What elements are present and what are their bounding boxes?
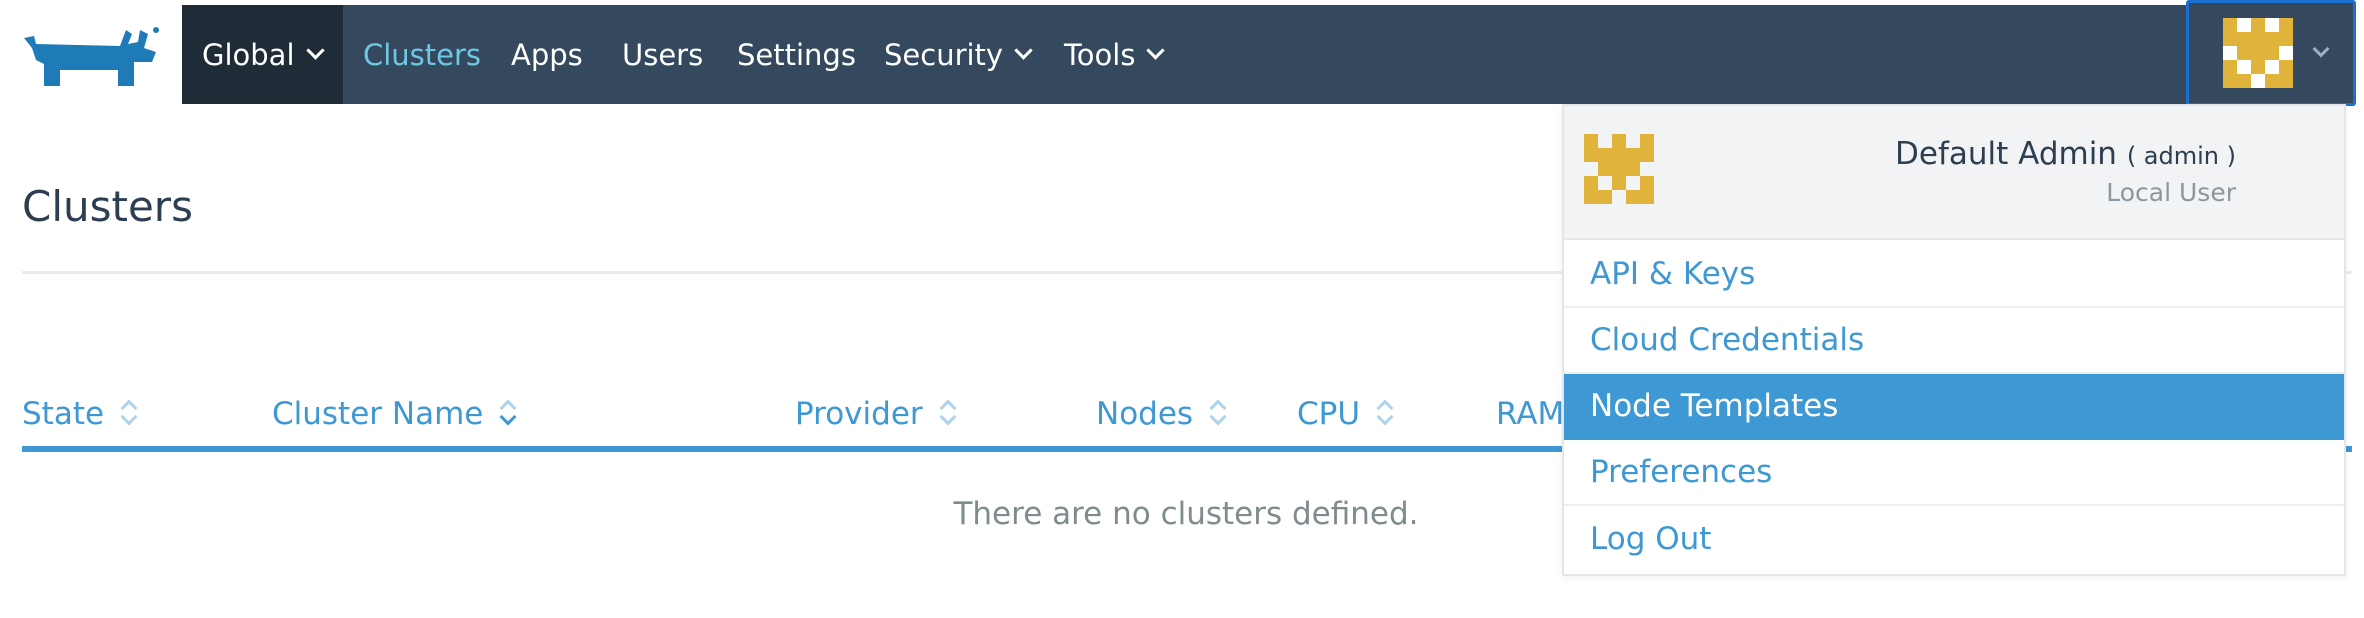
menu-item-api-keys[interactable]: API & Keys: [1564, 242, 2344, 308]
user-login: ( admin ): [2126, 142, 2236, 170]
menu-item-preferences[interactable]: Preferences: [1564, 440, 2344, 506]
user-name: Default Admin: [1895, 136, 2117, 172]
user-dropdown-menu: Default Admin ( admin ) Local User API &…: [1562, 104, 2346, 576]
avatar: [1584, 134, 1654, 204]
menu-item-label: Log Out: [1590, 521, 1712, 557]
column-header-label: Cluster Name: [272, 396, 484, 432]
top-navigation: Global Clusters Apps Users Settings Secu…: [0, 0, 2364, 106]
menu-item-label: Preferences: [1590, 454, 1773, 490]
menu-item-cloud-credentials[interactable]: Cloud Credentials: [1564, 308, 2344, 374]
menu-item-label: Cloud Credentials: [1590, 322, 1865, 358]
sort-icon: [1209, 397, 1229, 431]
nav-band: [182, 5, 2350, 104]
nav-users[interactable]: Users: [622, 5, 703, 104]
nav-users-label: Users: [622, 37, 704, 72]
column-header-cpu[interactable]: CPU: [1297, 396, 1396, 432]
nav-security-label: Security: [884, 37, 1004, 72]
page-title: Clusters: [22, 182, 193, 231]
column-header-nodes[interactable]: Nodes: [1096, 396, 1229, 432]
sort-icon: [499, 397, 519, 431]
menu-item-label: API & Keys: [1590, 256, 1756, 292]
user-display-name: Default Admin ( admin ): [1895, 136, 2236, 172]
nav-tools-label: Tools: [1064, 37, 1136, 72]
rancher-logo[interactable]: [22, 24, 162, 90]
column-header-ram[interactable]: RAM: [1496, 396, 1564, 432]
chevron-down-icon: [1146, 41, 1166, 60]
column-header-label: Nodes: [1096, 396, 1194, 432]
global-context-selector[interactable]: Global: [182, 5, 343, 104]
sort-icon: [939, 397, 959, 431]
column-header-cluster-name[interactable]: Cluster Name: [272, 396, 519, 432]
menu-item-node-templates[interactable]: Node Templates: [1564, 374, 2344, 440]
column-header-label: State: [22, 396, 105, 432]
nav-settings[interactable]: Settings: [737, 5, 856, 104]
global-label: Global: [202, 37, 295, 72]
sort-icon: [120, 397, 140, 431]
nav-tools[interactable]: Tools: [1064, 5, 1166, 104]
user-info: Default Admin ( admin ) Local User: [1564, 106, 2344, 240]
sort-icon: [1376, 397, 1396, 431]
chevron-down-icon: [1014, 41, 1033, 60]
column-header-provider[interactable]: Provider: [795, 396, 959, 432]
column-header-state[interactable]: State: [22, 396, 140, 432]
nav-apps[interactable]: Apps: [511, 5, 583, 104]
column-header-label: CPU: [1297, 396, 1361, 432]
nav-clusters[interactable]: Clusters: [363, 5, 481, 104]
menu-item-label: Node Templates: [1590, 388, 1839, 424]
user-menu-button[interactable]: [2186, 0, 2356, 106]
nav-clusters-label: Clusters: [363, 37, 482, 72]
column-header-label: RAM: [1496, 396, 1565, 432]
user-type: Local User: [2106, 178, 2236, 207]
nav-security[interactable]: Security: [884, 5, 1033, 104]
menu-item-log-out[interactable]: Log Out: [1564, 506, 2344, 572]
nav-settings-label: Settings: [737, 37, 856, 72]
nav-apps-label: Apps: [511, 37, 583, 72]
chevron-down-icon: [305, 41, 325, 60]
avatar: [2223, 18, 2293, 88]
column-header-label: Provider: [795, 396, 923, 432]
chevron-down-icon: [2312, 40, 2330, 58]
